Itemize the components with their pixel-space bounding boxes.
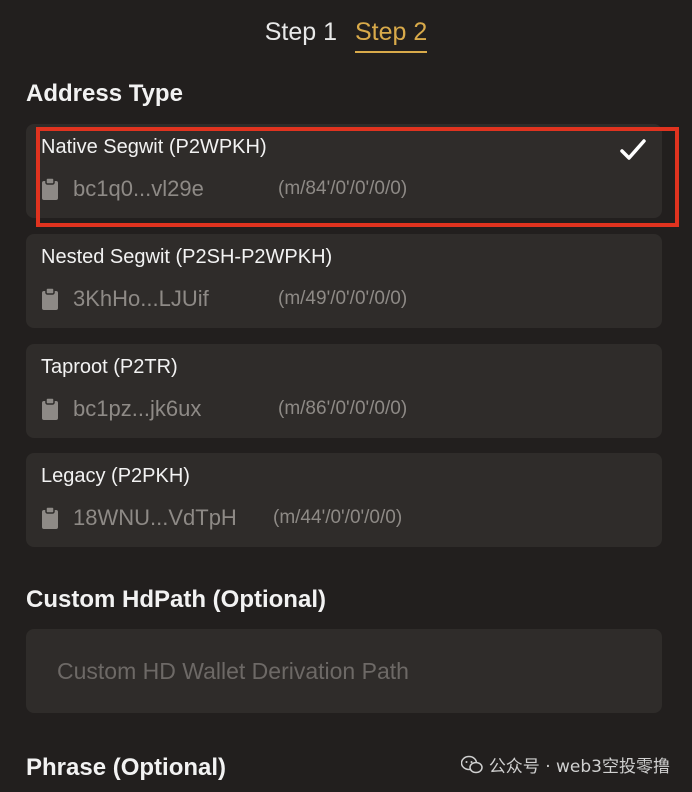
phrase-title: Phrase (Optional) xyxy=(26,754,227,781)
clipboard-icon[interactable] xyxy=(41,506,59,530)
tab-step-1[interactable]: Step 1 xyxy=(265,18,337,53)
clipboard-icon[interactable] xyxy=(41,397,59,421)
address-option-taproot[interactable]: Taproot (P2TR) bc1pz...jk6ux (m/86'/0'/0… xyxy=(26,344,662,438)
address-type-title: Address Type xyxy=(26,80,183,107)
clipboard-icon[interactable] xyxy=(41,287,59,311)
address-option-nested-segwit[interactable]: Nested Segwit (P2SH-P2WPKH) 3KhHo...LJUi… xyxy=(26,234,662,328)
derivation-path: (m/44'/0'/0'/0/0) xyxy=(273,507,403,528)
address-value: bc1pz...jk6ux xyxy=(73,396,202,421)
address-value: 18WNU...VdTpH xyxy=(73,505,237,530)
address-option-name: Legacy (P2PKH) xyxy=(41,465,190,487)
watermark: 公众号 · web3空投零撸 xyxy=(460,752,670,777)
custom-hdpath-input[interactable] xyxy=(26,629,662,713)
address-value: bc1q0...vl29e xyxy=(73,176,204,201)
tab-step-2[interactable]: Step 2 xyxy=(355,18,428,53)
address-option-legacy[interactable]: Legacy (P2PKH) 18WNU...VdTpH (m/44'/0'/0… xyxy=(26,453,662,547)
wechat-icon xyxy=(460,755,483,773)
step-tabs: Step 1 Step 2 xyxy=(0,18,692,53)
checkmark-icon xyxy=(620,139,646,160)
address-option-name: Native Segwit (P2WPKH) xyxy=(41,136,267,158)
derivation-path: (m/86'/0'/0'/0/0) xyxy=(278,398,408,419)
derivation-path: (m/84'/0'/0'/0/0) xyxy=(278,178,408,199)
custom-hdpath-title: Custom HdPath (Optional) xyxy=(26,586,326,613)
address-option-native-segwit[interactable]: Native Segwit (P2WPKH) bc1q0...vl29e (m/… xyxy=(26,124,662,218)
address-option-name: Nested Segwit (P2SH-P2WPKH) xyxy=(41,246,333,268)
address-value: 3KhHo...LJUif xyxy=(73,286,209,311)
derivation-path: (m/49'/0'/0'/0/0) xyxy=(278,288,408,309)
address-option-name: Taproot (P2TR) xyxy=(41,356,178,378)
watermark-text: 公众号 · web3空投零撸 xyxy=(488,757,670,777)
clipboard-icon[interactable] xyxy=(41,177,59,201)
